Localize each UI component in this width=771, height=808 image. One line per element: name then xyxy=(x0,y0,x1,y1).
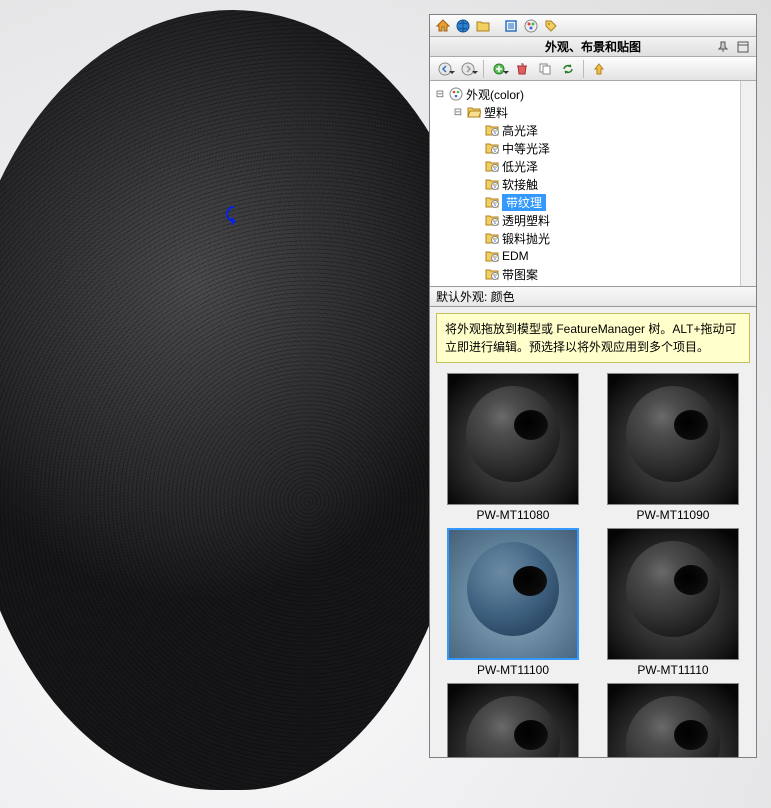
tree-label: 外观(color) xyxy=(466,86,524,103)
thumbnail-grid[interactable]: PW-MT11080 PW-MT11090 PW-MT11100 PW-MT11110… xyxy=(430,369,756,757)
separator xyxy=(483,60,484,78)
panel-nav-toolbar xyxy=(430,57,756,81)
thumbnail-image xyxy=(447,683,579,757)
thumbnail-image xyxy=(607,528,739,660)
panel-title: 外观、布景和贴图 xyxy=(545,38,641,55)
tree-item-label: 软接触 xyxy=(502,176,538,193)
thumbnail-image xyxy=(607,373,739,505)
frame-icon[interactable] xyxy=(502,17,520,35)
up-arrow-icon[interactable] xyxy=(588,59,610,79)
tooltip-hint: 将外观拖放到模型或 FeatureManager 树。ALT+拖动可立即进行编辑… xyxy=(436,313,750,363)
tree-item-label: EDM xyxy=(502,249,529,263)
tag-icon[interactable] xyxy=(542,17,560,35)
appearance-thumbnail[interactable]: PW-MT11110 xyxy=(598,528,748,677)
tree-item[interactable]: EDM xyxy=(430,247,756,265)
folder-palette-icon xyxy=(484,176,500,192)
folder-palette-icon xyxy=(484,230,500,246)
thumbnail-label: PW-MT11110 xyxy=(637,663,708,677)
tree-item[interactable]: 带纹理 xyxy=(430,193,756,211)
refresh-icon[interactable] xyxy=(557,59,579,79)
model-part[interactable] xyxy=(0,10,480,790)
home-icon[interactable] xyxy=(434,17,452,35)
thumbnail-image xyxy=(447,528,579,660)
open-folder-icon[interactable] xyxy=(474,17,492,35)
thumbnail-image xyxy=(607,683,739,757)
tree-label: 塑料 xyxy=(484,104,508,121)
folder-palette-icon xyxy=(484,194,500,210)
folder-palette-icon xyxy=(484,212,500,228)
thumbnail-image xyxy=(447,373,579,505)
world-icon[interactable] xyxy=(454,17,472,35)
copy-icon[interactable] xyxy=(534,59,556,79)
thumbnail-label: PW-MT11100 xyxy=(477,663,549,677)
forward-icon[interactable] xyxy=(457,59,479,79)
tree-item-label: 带图案 xyxy=(502,266,538,283)
tree-item[interactable]: 软接触 xyxy=(430,175,756,193)
tree-scrollbar[interactable] xyxy=(740,81,756,286)
panel-top-toolbar xyxy=(430,15,756,37)
folder-palette-icon xyxy=(484,158,500,174)
palette-icon xyxy=(448,86,464,102)
tree-item[interactable]: 高光泽 xyxy=(430,121,756,139)
back-icon[interactable] xyxy=(434,59,456,79)
tree-item[interactable]: 带图案 xyxy=(430,265,756,283)
tree-folder-plastic[interactable]: ⊟ 塑料 xyxy=(430,103,756,121)
appearance-thumbnail[interactable]: PW-MT11130 xyxy=(598,683,748,757)
separator xyxy=(583,60,584,78)
appearance-tree[interactable]: ⊟ 外观(color) ⊟ 塑料 高光泽中等光泽低光泽软接触带纹理透明塑料锻料抛… xyxy=(430,81,756,287)
thumbnail-label: PW-MT11090 xyxy=(637,508,710,522)
tree-root[interactable]: ⊟ 外观(color) xyxy=(430,85,756,103)
appearance-panel: 外观、布景和贴图 ⊟ 外观(color) ⊟ 塑料 高光泽中等光泽低光泽软接触带… xyxy=(429,14,757,758)
tree-item[interactable]: 低光泽 xyxy=(430,157,756,175)
expand-icon[interactable] xyxy=(734,38,752,56)
tree-item[interactable]: 中等光泽 xyxy=(430,139,756,157)
tree-item-label: 中等光泽 xyxy=(502,140,550,157)
delete-icon[interactable] xyxy=(511,59,533,79)
add-icon[interactable] xyxy=(488,59,510,79)
tooltip-text: 将外观拖放到模型或 FeatureManager 树。ALT+拖动可立即进行编辑… xyxy=(445,322,737,354)
default-appearance-bar: 默认外观: 颜色 xyxy=(430,287,756,307)
appearance-thumbnail[interactable]: PW-MT11120 xyxy=(438,683,588,757)
panel-title-bar: 外观、布景和贴图 xyxy=(430,37,756,57)
folder-palette-icon xyxy=(484,140,500,156)
tree-item-label: 锻料抛光 xyxy=(502,230,550,247)
tree-item-label: 透明塑料 xyxy=(502,212,550,229)
default-appearance-label: 默认外观: 颜色 xyxy=(436,288,515,305)
appearance-thumbnail[interactable]: PW-MT11080 xyxy=(438,373,588,522)
tree-item-label: 低光泽 xyxy=(502,158,538,175)
tree-item[interactable]: 锻料抛光 xyxy=(430,229,756,247)
appearance-thumbnail[interactable]: PW-MT11100 xyxy=(438,528,588,677)
folder-palette-icon xyxy=(484,248,500,264)
tree-item-label: 高光泽 xyxy=(502,122,538,139)
folder-palette-icon xyxy=(484,122,500,138)
appearance-thumbnail[interactable]: PW-MT11090 xyxy=(598,373,748,522)
collapse-icon[interactable]: ⊟ xyxy=(452,107,464,118)
folder-open-icon xyxy=(466,104,482,120)
palette-icon[interactable] xyxy=(522,17,540,35)
tree-item-label: 带纹理 xyxy=(502,194,546,211)
pin-icon[interactable] xyxy=(714,38,732,56)
tree-item[interactable]: 透明塑料 xyxy=(430,211,756,229)
folder-palette-icon xyxy=(484,266,500,282)
thumbnail-label: PW-MT11080 xyxy=(477,508,550,522)
origin-marker: ⤹ xyxy=(225,205,236,226)
collapse-icon[interactable]: ⊟ xyxy=(434,89,446,100)
